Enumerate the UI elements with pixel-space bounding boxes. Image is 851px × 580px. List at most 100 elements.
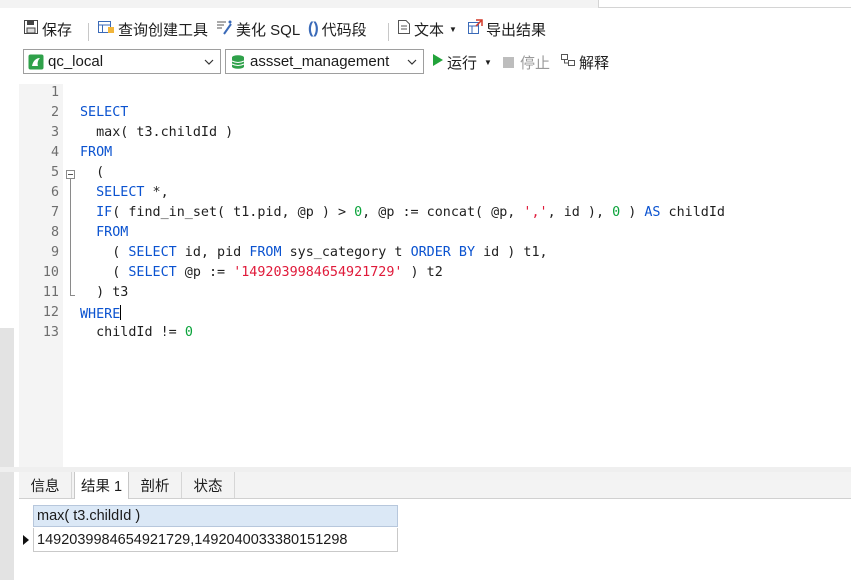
line-number: 7: [50, 205, 59, 220]
sql-string: ',': [523, 205, 548, 220]
code-line: childId != 0: [80, 325, 193, 340]
line-number: 4: [50, 145, 59, 160]
sql-text: (: [80, 245, 129, 260]
sql-keyword: IF: [96, 205, 113, 220]
side-scrollbar[interactable]: [0, 328, 14, 580]
sql-text: , @p := concat( @p,: [362, 205, 524, 220]
text-mode-label: 文本: [414, 21, 445, 39]
text-mode-button[interactable]: 文本 ▼: [397, 18, 457, 40]
code-line: ( SELECT @p := '1492039984654921729' ) t…: [80, 265, 443, 280]
sql-number: 0: [612, 205, 621, 220]
main-toolbar: 保存 查询创建工具 美化 SQL () 代码段 文本 ▼ 导出结果: [0, 8, 851, 48]
current-row-indicator: [19, 528, 33, 552]
tab-status[interactable]: 状态: [182, 472, 235, 498]
sql-number: 0: [354, 205, 363, 220]
save-button[interactable]: 保存: [23, 18, 72, 40]
connection-icon: [28, 54, 44, 70]
line-number: 2: [50, 105, 59, 120]
toolbar-divider: [88, 23, 89, 41]
table-cell[interactable]: 1492039984654921729,1492040033380151298: [33, 528, 398, 552]
code-line: WHERE: [80, 305, 122, 322]
database-select[interactable]: assset_management: [225, 49, 424, 74]
database-icon: [230, 54, 246, 70]
chevron-down-icon: [407, 59, 417, 65]
sql-keyword: AS: [644, 205, 661, 220]
query-builder-button[interactable]: 查询创建工具: [97, 18, 208, 40]
explain-icon: [560, 52, 576, 72]
explain-button[interactable]: 解释: [560, 51, 609, 73]
code-line: (: [80, 165, 104, 180]
tab-profile[interactable]: 剖析: [129, 472, 182, 498]
sql-keyword: FROM: [249, 245, 282, 260]
sql-number: 0: [184, 325, 193, 340]
line-number: 10: [42, 265, 59, 280]
sql-keyword: SELECT: [128, 245, 177, 260]
sql-string: '1492039984654921729': [233, 265, 403, 280]
sql-text: ) t3: [80, 285, 129, 300]
fold-toggle-icon[interactable]: [66, 170, 75, 179]
code-line: ) t3: [80, 285, 128, 300]
connection-select[interactable]: qc_local: [23, 49, 221, 74]
database-name: assset_management: [250, 53, 390, 70]
export-results-button[interactable]: 导出结果: [467, 18, 546, 40]
dropdown-arrow-icon: ▼: [484, 57, 492, 67]
code-line: SELECT: [80, 105, 128, 120]
sql-keyword: SELECT: [80, 105, 129, 120]
stop-button[interactable]: 停止: [503, 51, 550, 73]
sql-text: childId !=: [80, 325, 185, 340]
sql-keyword: SELECT: [96, 185, 145, 200]
line-number: 3: [50, 125, 59, 140]
sql-text: sys_category t: [281, 245, 411, 260]
explain-label: 解释: [579, 54, 610, 72]
sql-text: ) t2: [402, 265, 443, 280]
connection-toolbar: qc_local assset_management 运行 ▼ 停止 解释: [0, 48, 851, 80]
text-document-icon: [397, 19, 411, 39]
toolbar-divider: [388, 23, 389, 41]
code-line: max( t3.childId ): [80, 125, 233, 140]
tab-result-1[interactable]: 结果 1: [74, 472, 129, 499]
sql-text: (: [80, 265, 129, 280]
query-builder-icon: [97, 19, 115, 39]
save-icon: [23, 19, 39, 39]
column-header[interactable]: max( t3.childId ): [33, 505, 398, 527]
sql-text: ): [620, 205, 645, 220]
connection-name: qc_local: [48, 53, 104, 70]
beautify-sql-button[interactable]: 美化 SQL: [215, 18, 300, 40]
sql-keyword: FROM: [80, 145, 113, 160]
sql-text: max( t3.childId ): [80, 125, 234, 140]
code-line: FROM: [80, 145, 112, 160]
sql-keyword: FROM: [96, 225, 129, 240]
sql-editor[interactable]: 1 2 SELECT 3 max( t3.childId ) 4 FROM 5 (6 SEL…: [19, 84, 851, 467]
export-label: 导出结果: [486, 21, 547, 39]
line-number: 13: [42, 325, 59, 340]
query-tab[interactable]: [598, 0, 851, 8]
fold-end-marker: [70, 295, 75, 296]
sql-text: , id ),: [547, 205, 613, 220]
tab-info[interactable]: 信息: [19, 472, 72, 498]
line-number: 9: [50, 245, 59, 260]
sql-keyword: ORDER BY: [410, 245, 476, 260]
line-number: 1: [50, 85, 59, 100]
snippet-icon: (): [308, 20, 319, 37]
code-line: FROM: [80, 225, 128, 240]
code-line: SELECT *,: [80, 185, 169, 200]
sql-text: *,: [144, 185, 169, 200]
line-number: 8: [50, 225, 59, 240]
document-tab-strip: [0, 0, 851, 8]
sql-text: childId: [660, 205, 725, 220]
snippet-label: 代码段: [321, 21, 367, 39]
fold-range-line: [70, 179, 71, 295]
export-icon: [467, 19, 483, 39]
dropdown-arrow-icon: ▼: [449, 24, 457, 34]
line-number: 5: [50, 165, 59, 180]
play-icon: [432, 53, 444, 71]
text-cursor: [120, 305, 122, 320]
stop-label: 停止: [520, 54, 551, 72]
sql-text: (: [80, 165, 105, 180]
code-snippet-button[interactable]: () 代码段: [308, 18, 367, 40]
sql-keyword: WHERE: [80, 307, 121, 322]
run-label: 运行: [447, 54, 478, 72]
run-button[interactable]: 运行 ▼: [432, 51, 492, 73]
